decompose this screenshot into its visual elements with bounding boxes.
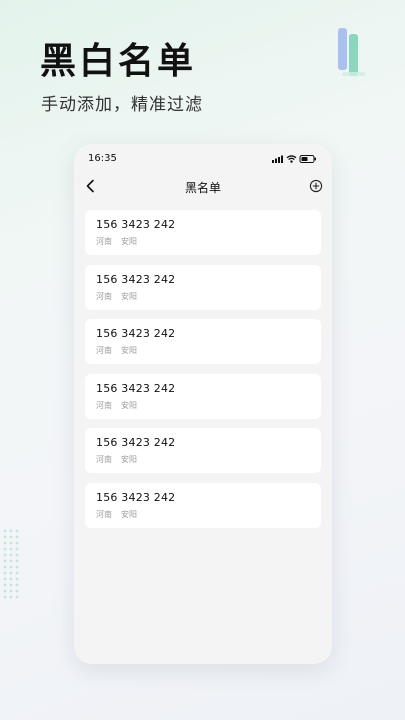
phone-number: 156 3423 242 (96, 272, 176, 286)
blacklist-list: 156 3423 242 河南 安阳 156 3423 242 河南 安阳 15… (85, 210, 321, 537)
location-province: 河南 (96, 455, 112, 464)
phone-number: 156 3423 242 (96, 490, 176, 504)
location-city: 安阳 (121, 346, 137, 355)
phone-number: 156 3423 242 (96, 436, 176, 449)
phone-number: 156 3423 242 (96, 327, 176, 340)
location-province: 河南 (96, 237, 112, 246)
location-province: 河南 (96, 346, 112, 355)
list-item[interactable]: 156 3423 242 河南 安阳 (85, 319, 321, 364)
list-item[interactable]: 156 3423 242 河南 安阳 (85, 373, 321, 419)
phone-number: 156 3423 242 (96, 381, 176, 395)
list-item[interactable]: 156 3423 242 河南 安阳 (85, 264, 321, 310)
hero-subtitle: 手动添加，精准过滤 (41, 95, 203, 115)
battery-icon (299, 155, 316, 163)
location-city: 安阳 (121, 237, 137, 246)
circle-plus-icon[interactable] (308, 178, 324, 194)
wifi-icon (286, 155, 297, 163)
status-time: 16:35 (88, 153, 117, 164)
location-city: 安阳 (121, 291, 137, 301)
location-province: 河南 (96, 400, 112, 410)
nav-bar: 黑名单 (74, 174, 332, 202)
status-bar: 16:35 (74, 144, 332, 174)
phone-number: 156 3423 242 (96, 218, 176, 231)
dots-decoration (2, 528, 20, 600)
location-city: 安阳 (121, 455, 137, 464)
phone-mockup: 16:35 黑名单 156 3423 242 河南 安阳 156 3423 24… (74, 144, 332, 664)
list-item[interactable]: 156 3423 242 河南 安阳 (85, 482, 321, 528)
list-item[interactable]: 156 3423 242 河南 安阳 (85, 428, 321, 473)
location-province: 河南 (96, 509, 112, 519)
location-province: 河南 (96, 291, 112, 301)
status-icons (272, 155, 316, 163)
location-city: 安阳 (121, 509, 137, 519)
list-item[interactable]: 156 3423 242 河南 安阳 (85, 210, 321, 255)
brand-logo-icon (338, 28, 366, 76)
location-city: 安阳 (121, 400, 137, 410)
signal-icon (272, 155, 283, 163)
nav-title: 黑名单 (184, 181, 221, 195)
hero-title: 黑白名单 (40, 41, 197, 82)
